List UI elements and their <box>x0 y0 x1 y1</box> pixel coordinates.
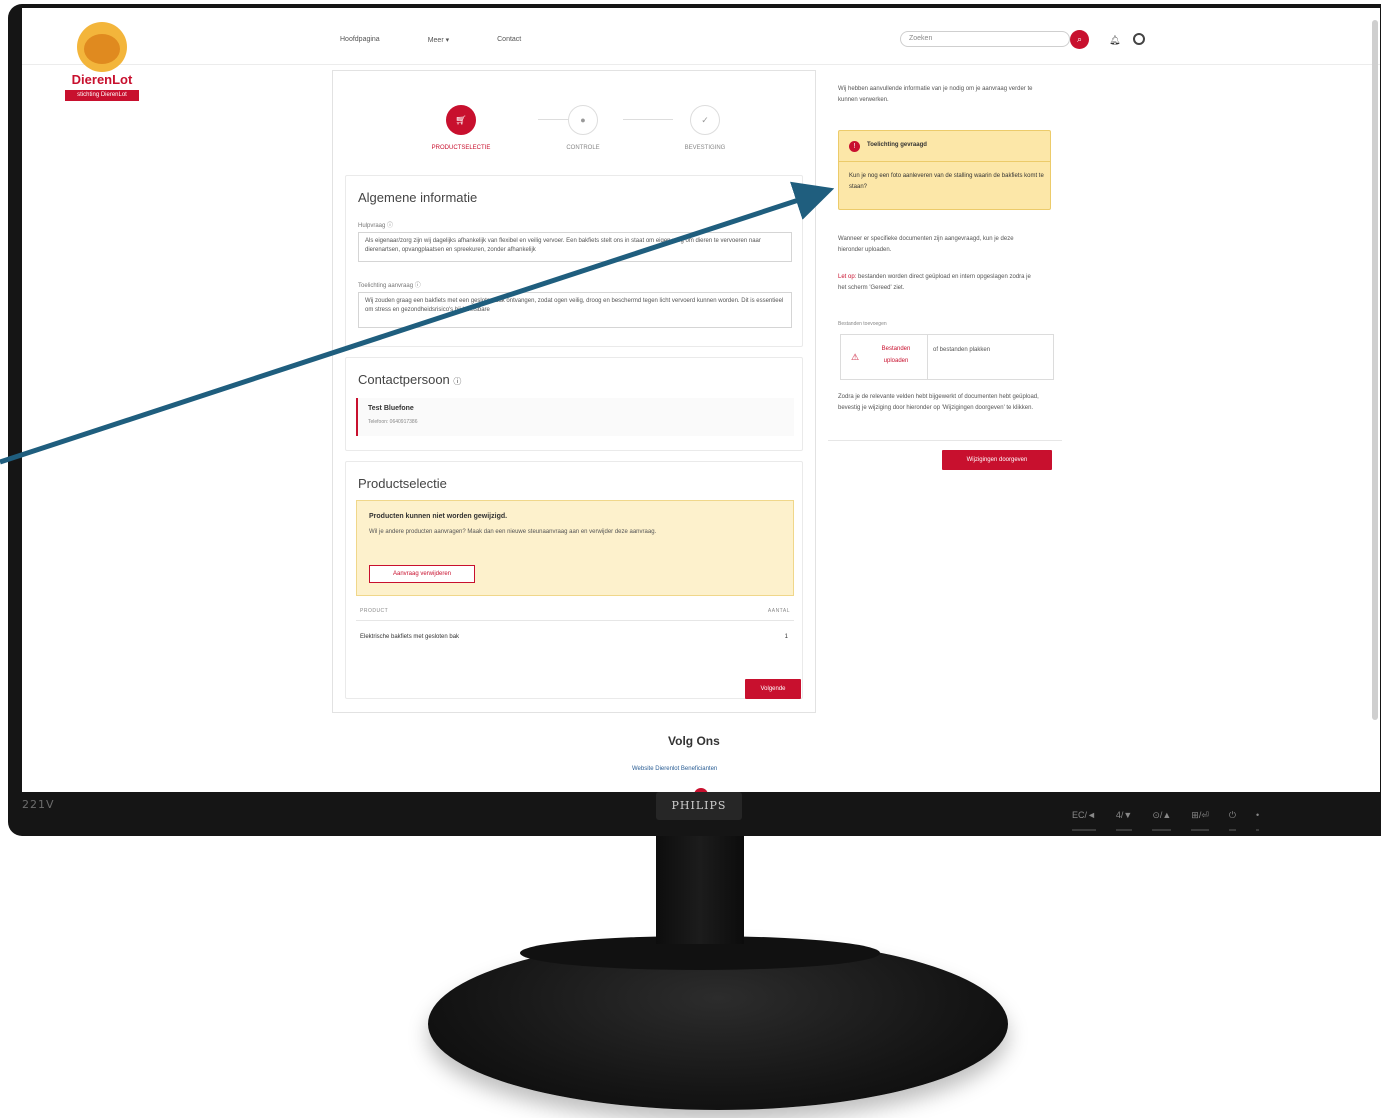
annotation-arrow <box>0 181 835 465</box>
